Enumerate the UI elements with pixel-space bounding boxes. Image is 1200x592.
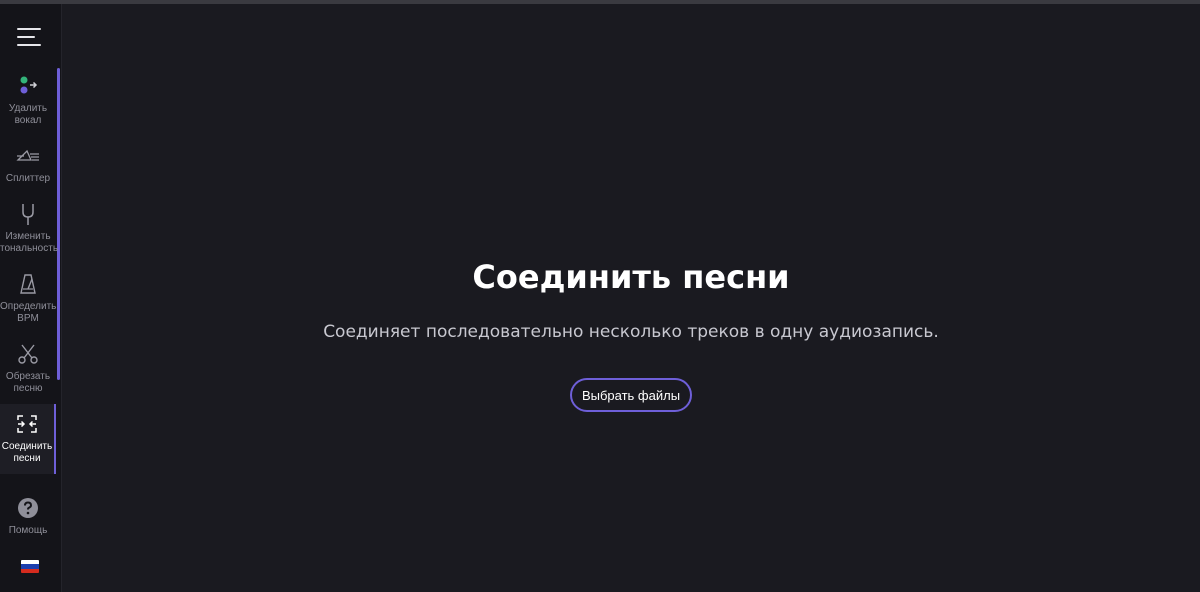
sidebar-item-join-songs[interactable]: Соединить песни [0,404,56,474]
main-content: Соединить песни Соединяет последовательн… [62,4,1200,592]
select-files-button[interactable]: Выбрать файлы [570,378,692,412]
sidebar-item-label: Сплиттер [5,173,51,184]
sidebar-scrollbar[interactable] [57,68,60,380]
joiner-icon [17,415,37,433]
sidebar-item-detect-bpm[interactable]: Определить BPM [0,272,56,342]
hamburger-menu-icon[interactable] [17,26,45,48]
sidebar: Удалить вокал Сплиттер Изменить тонально… [0,4,62,592]
vocal-remover-icon [20,76,38,94]
page-subtitle: Соединяет последовательно несколько трек… [323,322,939,342]
sidebar-item-change-key[interactable]: Изменить тональность [0,202,59,272]
sidebar-item-help[interactable]: Помощь [0,496,56,540]
sidebar-item-trim-song[interactable]: Обрезать песню [0,342,56,412]
sidebar-item-label: Удалить вокал [8,103,48,126]
splitter-icon [16,149,39,161]
tuning-fork-icon [22,204,34,225]
sidebar-item-label: Определить BPM [0,301,57,324]
sidebar-item-remove-vocal[interactable]: Удалить вокал [0,74,56,144]
sidebar-item-label: Соединить песни [1,441,53,464]
sidebar-item-label: Обрезать песню [5,371,51,394]
metronome-icon [20,274,36,294]
page-title: Соединить песни [472,258,790,296]
russia-flag-icon[interactable] [21,560,39,573]
help-icon [18,498,38,518]
sidebar-item-label: Помощь [8,525,48,536]
scissors-icon [18,344,38,364]
sidebar-item-label: Изменить тональность [0,231,59,254]
